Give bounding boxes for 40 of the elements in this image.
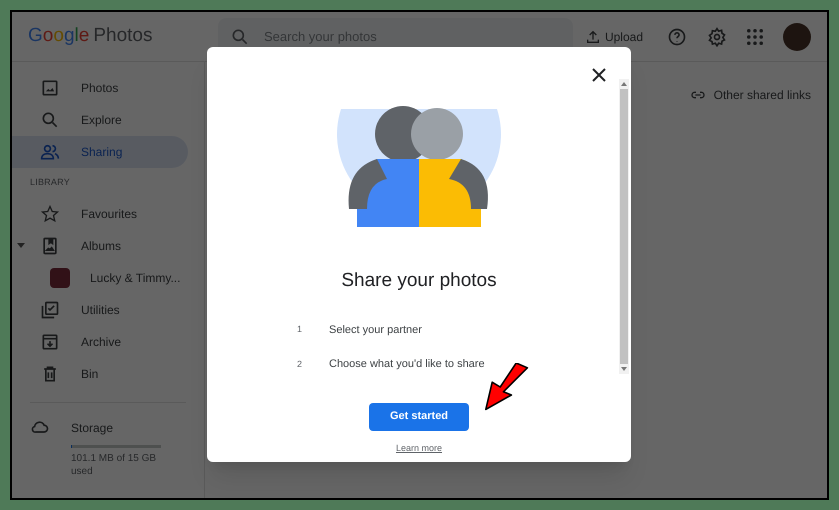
sidebar-item[interactable]: Utilities [12,294,188,326]
apps-grid-icon[interactable] [747,28,763,44]
upload-icon [584,28,601,44]
photo-icon [40,78,60,98]
step-text: Choose what you'd like to share [329,357,485,372]
scrollbar-thumb[interactable] [620,89,628,364]
upload-button[interactable]: Upload [584,28,643,46]
logo-brand: Google [28,24,90,48]
logo-product: Photos [93,24,152,48]
people-icon [40,142,60,162]
sidebar-item[interactable]: Albums [12,230,188,262]
archive-icon [40,332,60,352]
sidebar-item[interactable]: Favourites [12,198,188,230]
close-icon [591,67,607,83]
avatar[interactable] [783,22,811,50]
step-number: 2 [297,358,304,370]
learn-more-link[interactable]: Learn more [396,442,442,455]
album-item[interactable]: Lucky & Timmy... [12,262,188,294]
search-icon [40,110,60,130]
search-icon [230,26,250,46]
album-thumbnail [50,268,70,288]
settings-icon[interactable] [707,26,727,46]
storage-usage: 101.1 MB of 15 GB used [71,452,158,478]
sidebar-item[interactable]: Archive [12,326,188,358]
get-started-button[interactable]: Get started [369,402,469,430]
sidebar-item[interactable]: Photos [12,72,188,104]
other-shared-links-link[interactable]: Other shared links [690,86,811,104]
star-icon [40,204,60,224]
step-text: Select your partner [329,322,422,338]
sidebar-item[interactable]: Explore [12,104,188,136]
sidebar-item[interactable]: Bin [12,358,188,390]
utilities-icon [40,300,60,320]
sidebar-item[interactable]: Sharing [12,136,188,168]
help-icon[interactable] [667,26,687,46]
section-heading: LIBRARY [29,176,71,189]
step-number: 1 [297,323,304,336]
scroll-down-icon[interactable] [621,367,627,371]
storage-label: Storage [71,420,114,436]
caret-icon[interactable] [17,243,25,248]
dialog-title: Share your photos [341,269,497,293]
